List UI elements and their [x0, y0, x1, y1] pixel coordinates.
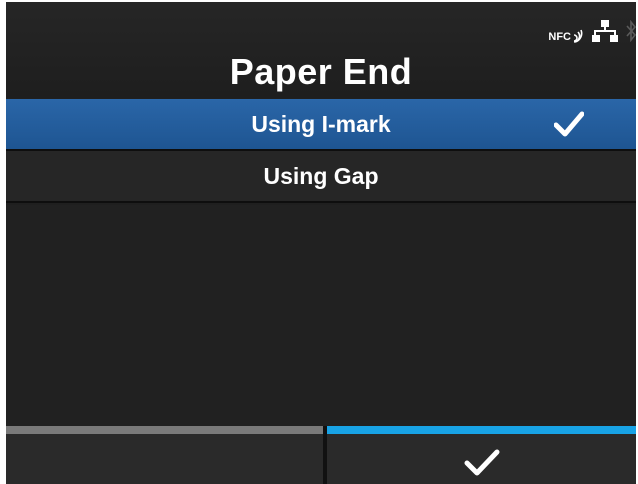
- empty-list-area: [6, 205, 636, 427]
- softkey-bar: [6, 426, 636, 484]
- status-icons: NFC: [548, 16, 636, 46]
- network-icon: [592, 20, 618, 42]
- nfc-icon: NFC: [548, 19, 584, 43]
- option-using-gap[interactable]: Using Gap: [6, 151, 636, 203]
- confirm-checkmark-icon: [464, 449, 499, 476]
- page-title: Paper End: [229, 51, 413, 92]
- nfc-label: NFC: [548, 31, 571, 43]
- softkey-left-indicator: [6, 426, 323, 434]
- option-label: Using Gap: [263, 162, 379, 189]
- bluetooth-icon: [626, 20, 636, 42]
- header: NFC Paper End: [6, 2, 636, 98]
- softkey-confirm-button[interactable]: [327, 426, 636, 484]
- softkey-right-indicator: [327, 426, 636, 434]
- option-list: Using I-mark Using Gap: [6, 99, 636, 203]
- nfc-waves-icon: [573, 29, 583, 43]
- checkmark-icon: [554, 111, 584, 137]
- printer-display: NFC Paper End Using I-mark Using Gap: [6, 2, 636, 484]
- softkey-left[interactable]: [6, 426, 323, 484]
- option-using-i-mark[interactable]: Using I-mark: [6, 99, 636, 151]
- option-label: Using I-mark: [251, 110, 391, 137]
